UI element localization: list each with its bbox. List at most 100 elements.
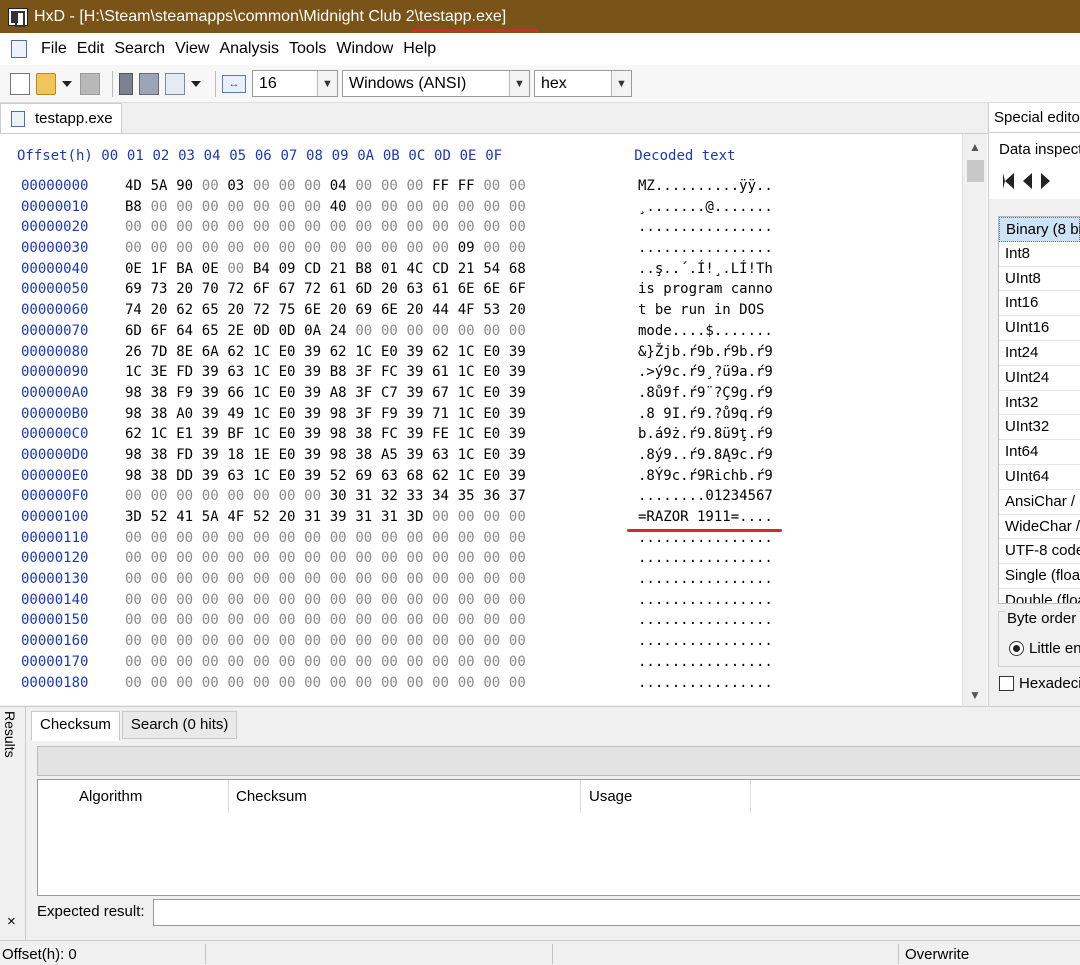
hex-byte[interactable]: 00 [483,569,509,590]
hex-byte[interactable]: 00 [458,548,484,569]
hex-byte[interactable]: 31 [355,507,381,528]
document-tab[interactable]: testapp.exe [0,103,122,133]
hex-byte[interactable]: 00 [407,548,433,569]
hex-byte[interactable]: 00 [407,569,433,590]
hex-byte[interactable]: 00 [176,528,202,549]
hex-byte[interactable]: 1C [151,424,177,445]
hex-byte[interactable]: 00 [381,610,407,631]
hex-byte[interactable]: 69 [125,279,151,300]
hex-byte[interactable]: 00 [125,569,151,590]
bytes-per-row-select[interactable]: 16 ▼ [252,70,338,97]
hex-byte[interactable]: 61 [330,279,356,300]
hex-byte[interactable]: 39 [304,342,330,363]
hex-byte[interactable]: 00 [202,176,228,197]
hex-byte[interactable]: 00 [151,590,177,611]
hex-byte[interactable]: 00 [304,631,330,652]
hex-byte[interactable]: 00 [125,217,151,238]
hex-byte[interactable]: 1C [253,466,279,487]
hex-byte[interactable]: 4F [458,300,484,321]
menu-view[interactable]: View [170,40,214,58]
hex-byte[interactable]: 00 [253,590,279,611]
hex-byte[interactable]: FF [458,176,484,197]
hex-byte[interactable]: 00 [227,197,253,218]
hex-byte[interactable]: 00 [509,321,535,342]
hex-byte[interactable]: E0 [483,404,509,425]
hex-byte[interactable]: 00 [458,673,484,694]
previous-icon[interactable] [1023,173,1032,189]
hex-byte[interactable]: E0 [483,445,509,466]
row-bytes[interactable]: 4D 5A 90 00 03 00 00 00 04 00 00 00 FF FF 00 00 [125,176,638,197]
hex-byte[interactable]: 00 [355,238,381,259]
hex-byte[interactable]: 6E [304,300,330,321]
hex-byte[interactable]: 38 [355,445,381,466]
hex-byte[interactable]: 98 [330,424,356,445]
hex-byte[interactable]: 00 [279,548,305,569]
hex-byte[interactable]: 00 [151,631,177,652]
charset-select[interactable]: Windows (ANSI) ▼ [342,70,530,97]
hex-byte[interactable]: 63 [227,466,253,487]
hex-byte[interactable]: 3E [151,362,177,383]
hex-byte[interactable]: 41 [176,507,202,528]
hex-byte[interactable]: 00 [355,528,381,549]
hex-byte[interactable]: 00 [509,238,535,259]
hex-byte[interactable]: 00 [483,197,509,218]
hex-byte[interactable]: 03 [227,176,253,197]
hex-byte[interactable]: 63 [227,362,253,383]
hex-row[interactable]: 00000100 3D 52 41 5A 4F 52 20 31 39 31 31 3D 00 00 00 00… [21,507,773,528]
hex-byte[interactable]: 00 [432,631,458,652]
hex-byte[interactable]: 61 [432,279,458,300]
hex-byte[interactable]: 36 [483,486,509,507]
hex-byte[interactable]: 00 [279,217,305,238]
hex-row[interactable]: 00000090 1C 3E FD 39 63 1C E0 39 B8 3F FC 39 61 1C E0 39… [21,362,773,383]
hex-row[interactable]: 000000F0 00 00 00 00 00 00 00 00 30 31 32 33 34 35 36 37… [21,486,773,507]
row-bytes[interactable]: 98 38 A0 39 49 1C E0 39 98 3F F9 39 71 1C E0 39 [125,404,638,425]
hex-byte[interactable]: 3F [355,383,381,404]
hex-byte[interactable]: 44 [432,300,458,321]
hex-byte[interactable]: 26 [125,342,151,363]
hex-byte[interactable]: 00 [279,528,305,549]
hex-byte[interactable]: 00 [483,176,509,197]
hex-byte[interactable]: 39 [407,383,433,404]
hex-byte[interactable]: 67 [279,279,305,300]
hex-byte[interactable]: 00 [125,590,151,611]
hex-byte[interactable]: 1C [458,445,484,466]
hex-byte[interactable]: FC [381,362,407,383]
data-inspector-list[interactable]: Binary (8 bit)Int8UInt8Int16UInt16Int24U… [998,216,1080,604]
save-icon[interactable] [80,72,100,95]
hex-byte[interactable]: 00 [253,238,279,259]
hex-byte[interactable]: E0 [279,383,305,404]
hex-byte[interactable]: 00 [151,610,177,631]
menu-file[interactable]: File [36,40,72,58]
hex-byte[interactable]: 00 [151,528,177,549]
hex-byte[interactable]: 69 [355,466,381,487]
hex-byte[interactable]: 72 [304,279,330,300]
hex-byte[interactable]: 00 [125,631,151,652]
hex-byte[interactable]: 00 [279,590,305,611]
hex-byte[interactable]: 00 [151,238,177,259]
hex-byte[interactable]: 00 [483,548,509,569]
hex-byte[interactable]: 20 [279,507,305,528]
hex-byte[interactable]: E0 [483,362,509,383]
hex-byte[interactable]: 6A [202,342,228,363]
hex-byte[interactable]: 63 [381,466,407,487]
hex-byte[interactable]: 00 [227,610,253,631]
hex-byte[interactable]: 00 [483,217,509,238]
hex-byte[interactable]: 2E [227,321,253,342]
hex-byte[interactable]: 00 [432,652,458,673]
hex-byte[interactable]: 00 [253,652,279,673]
column-algorithm[interactable]: Algorithm [79,780,142,812]
hex-byte[interactable]: 00 [227,569,253,590]
hex-byte[interactable]: 00 [304,610,330,631]
hex-byte[interactable]: 00 [330,610,356,631]
radio-selected-icon[interactable] [1009,641,1024,656]
hex-byte[interactable]: 53 [483,300,509,321]
hex-byte[interactable]: 30 [330,486,356,507]
hex-byte[interactable]: 00 [253,610,279,631]
hex-byte[interactable]: 20 [509,300,535,321]
hex-byte[interactable]: 5A [151,176,177,197]
row-bytes[interactable]: 62 1C E1 39 BF 1C E0 39 98 38 FC 39 FE 1C E0 39 [125,424,638,445]
hex-row[interactable]: 000000B0 98 38 A0 39 49 1C E0 39 98 3F F9 39 71 1C E0 39… [21,404,773,425]
hex-byte[interactable]: 00 [151,548,177,569]
tab-search[interactable]: Search (0 hits) [121,711,238,739]
hex-byte[interactable]: 39 [407,445,433,466]
